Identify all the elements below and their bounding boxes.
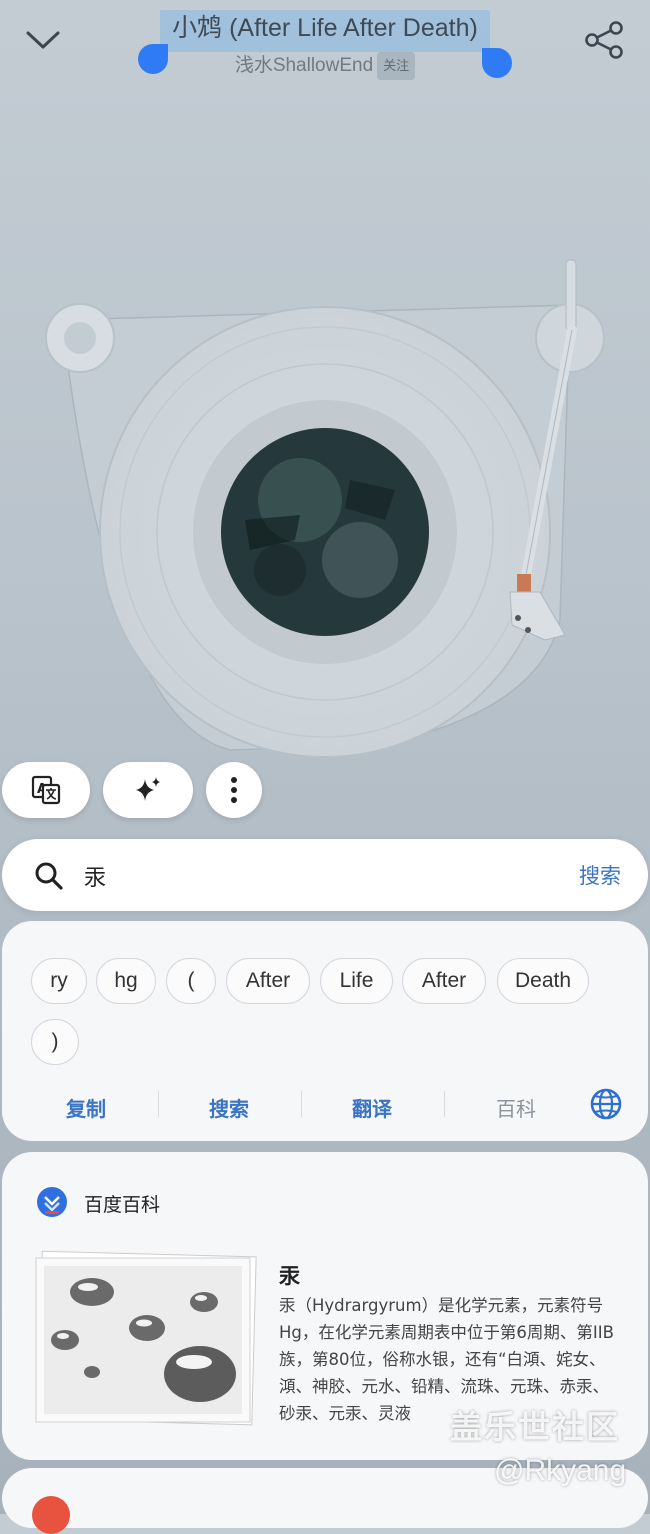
sparkle-icon: [136, 777, 160, 801]
word-chip[interactable]: After: [226, 958, 310, 1004]
word-chip[interactable]: After: [402, 958, 486, 1004]
selection-handle-end[interactable]: [482, 48, 512, 78]
selection-handle-start[interactable]: [138, 44, 168, 74]
copy-button[interactable]: 复制: [26, 1093, 146, 1122]
word-chip[interactable]: hg: [96, 958, 156, 1004]
watermark-community: 盖乐世社区: [450, 1408, 621, 1446]
translate-action-button[interactable]: 翻译: [312, 1093, 432, 1122]
search-action-button[interactable]: 搜索: [169, 1093, 289, 1122]
divider: [301, 1091, 302, 1117]
chevron-down-icon[interactable]: [22, 22, 64, 58]
word-chip[interactable]: ): [31, 1019, 79, 1065]
translate-button[interactable]: A: [2, 762, 90, 818]
source-label: 百度百科: [84, 1194, 161, 1216]
more-vertical-icon: [231, 777, 237, 803]
turntable-illustration: [45, 259, 605, 758]
word-chip[interactable]: (: [166, 958, 216, 1004]
baidu-baike-logo: [37, 1187, 67, 1217]
source-logo-icon: [32, 1496, 70, 1534]
follow-button[interactable]: 关注: [377, 52, 416, 80]
encyclopedia-button[interactable]: 百科: [456, 1093, 576, 1122]
more-options-button[interactable]: [206, 762, 262, 818]
search-bar[interactable]: 汞 搜索: [2, 839, 648, 911]
divider: [158, 1091, 159, 1117]
translate-icon: A: [31, 775, 61, 805]
word-chip[interactable]: Life: [320, 958, 393, 1004]
song-title[interactable]: 小鸩 (After Life After Death): [160, 6, 490, 50]
entry-title[interactable]: 汞: [279, 1260, 300, 1290]
ai-assist-button[interactable]: [103, 762, 193, 818]
artist-line: 浅水ShallowEnd 关注: [160, 52, 490, 80]
globe-icon[interactable]: [588, 1086, 624, 1122]
mercury-droplets-image: [35, 1250, 257, 1426]
song-header: 小鸩 (After Life After Death) 浅水ShallowEnd…: [160, 6, 490, 80]
watermark-user: @Rkyang: [494, 1454, 627, 1487]
word-chip[interactable]: ry: [31, 958, 87, 1004]
search-button[interactable]: 搜索: [579, 860, 621, 890]
word-segment-card: ry hg ( After Life After Death ) 复制 搜索 翻…: [2, 921, 648, 1141]
search-input[interactable]: 汞: [84, 860, 106, 892]
search-icon: [35, 862, 63, 890]
divider: [444, 1091, 445, 1117]
artist-name[interactable]: 浅水ShallowEnd: [235, 55, 373, 76]
word-chip[interactable]: Death: [497, 958, 589, 1004]
share-icon[interactable]: [582, 18, 626, 62]
